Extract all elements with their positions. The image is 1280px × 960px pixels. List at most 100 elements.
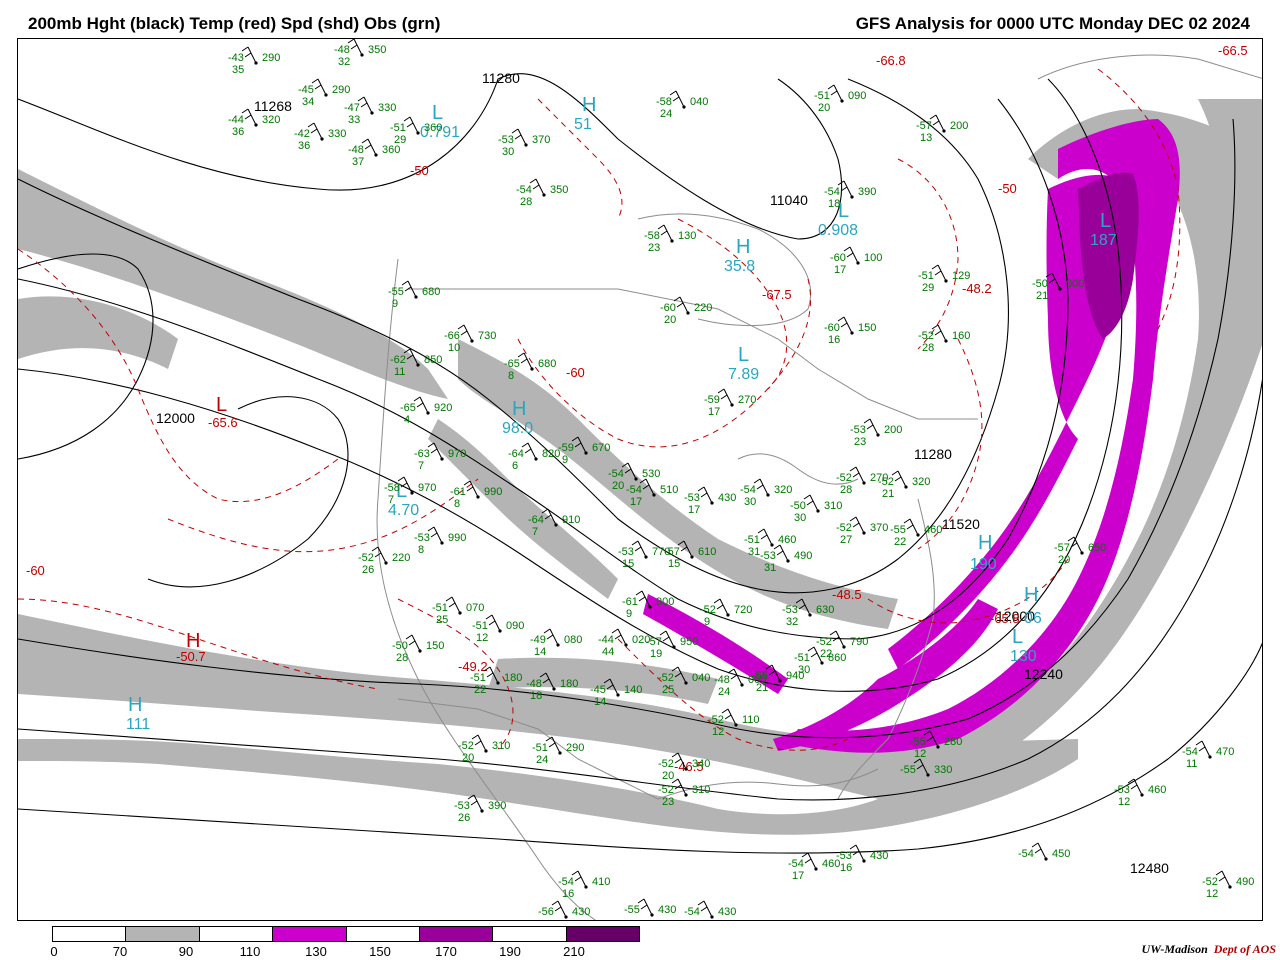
wind-barb [1031,842,1047,860]
station-plot: -53 77015 [618,540,670,570]
low-center-marker: L [432,102,443,124]
obs-dewpoint: 8 [418,544,424,556]
station-plot: -54 320 30 [740,478,792,508]
obs-dewpoint: 26 [458,812,470,824]
obs-temperature: -52 [1202,876,1218,888]
obs-dewpoint: 20 [612,480,624,492]
obs-dewpoint: 12 [476,632,488,644]
obs-height: 100 [864,252,882,264]
obs-height: 220 [392,552,410,564]
legend-tick: 70 [112,944,128,959]
obs-dewpoint: 31 [748,546,760,558]
station-plot: -53 460 12 [1114,778,1166,808]
wind-barb [843,246,859,264]
obs-dewpoint: 7 [532,526,538,538]
wind-barb [773,544,789,562]
wind-barb [803,494,819,512]
high-center-marker: H [1024,584,1038,606]
analysis-time: GFS Analysis for 0000 UTC Monday DEC 02 … [855,14,1250,33]
legend-swatch [493,927,567,941]
wind-barb [753,478,769,496]
station-plot: -54 430 [684,900,736,919]
obs-height: 790 [850,636,868,648]
temperature-label: -65.6 [208,415,238,430]
obs-height: 290 [332,84,350,96]
height-label: 12240 [1024,666,1063,682]
station-plot: -54 350 28 [516,178,568,208]
obs-dewpoint: 4 [404,414,410,426]
obs-dewpoint: 8 [454,498,460,510]
obs-height: 490 [794,550,812,562]
obs-dewpoint: 20 [664,314,676,326]
obs-temperature: -44 [598,634,614,646]
obs-height: 720 [734,604,752,616]
wind-barb [517,352,533,370]
obs-dewpoint: 15 [668,558,680,570]
obs-dewpoint: 20 [662,770,674,782]
wind-barb [827,84,843,102]
station-plot: -58 040 24 [656,90,708,120]
legend-swatch [126,927,200,941]
wind-barb [929,114,945,132]
obs-temperature: -52 [816,636,832,648]
credit-line: UW-Madison Dept of AOS [1142,942,1276,957]
obs-temperature: -66 [444,330,460,342]
obs-temperature: -57 [646,636,662,648]
obs-height: 330 [378,102,396,114]
obs-dewpoint: 24 [536,754,548,766]
wind-barb [521,442,537,460]
station-plot: -48 350 32 [334,39,386,68]
station-plot: -52 720 9 [700,598,752,628]
temperature-label: -50 [998,181,1017,196]
station-plot: -57 950 19 [646,630,698,660]
station-plot: -42 330 36 [294,122,346,152]
obs-dewpoint: 12 [914,748,926,760]
station-plot: -54 470 11 [1182,740,1234,770]
legend-tick: 0 [50,944,58,959]
obs-height: 370 [870,522,888,534]
obs-dewpoint: 23 [854,436,866,448]
obs-height: 610 [698,546,716,558]
obs-dewpoint: 11 [394,366,405,378]
station-plot: -48 36037 [348,138,400,168]
station-plot: -53 430 16 [836,844,888,874]
center-value: 187 [1090,232,1117,249]
station-plot: -65 920 4 [400,396,452,426]
obs-temperature: -52 [658,758,674,770]
obs-dewpoint: 27 [840,534,852,546]
station-plot: -50 150 28 [392,634,444,664]
station-plot: -65 680 8 [504,352,556,382]
temperature-label: -66.8 [876,53,906,68]
obs-temperature: -55 [900,764,916,776]
obs-temperature: -52 [918,330,934,342]
obs-dewpoint: 25 [662,684,674,696]
obs-height: 410 [592,876,610,888]
obs-temperature: -51 [794,652,810,664]
station-plot: -54 390 18 [824,180,876,210]
obs-temperature: -60 [660,302,676,314]
obs-height: 129 [952,270,970,282]
obs-height: 180 [504,672,522,684]
obs-height: 490 [1236,876,1254,888]
obs-temperature: -50 [392,640,408,652]
obs-temperature: -52 [700,604,716,616]
jet-band-north-pacific [18,169,448,399]
station-plot: -52 370 27 [836,516,888,546]
obs-temperature: -42 [294,128,310,140]
station-plot: -44 02044 [598,628,650,658]
obs-height: 680 [538,358,556,370]
height-label: 11040 [770,192,808,208]
obs-height: 270 [738,394,756,406]
station-plot: -51 090 12 [472,614,524,644]
obs-height: 430 [718,492,736,504]
station-plot: -54 450 [1018,842,1070,861]
obs-dewpoint: 21 [1036,290,1048,302]
obs-temperature: -54 [626,484,642,496]
obs-dewpoint: 18 [530,690,542,702]
wind-barb [931,264,947,282]
obs-temperature: -55 [752,670,768,682]
station-plot: -52 220 26 [358,546,410,576]
obs-temperature: -54 [608,468,624,480]
obs-temperature: -57 [1054,542,1070,554]
temperature-label: -66.5 [1218,43,1248,58]
